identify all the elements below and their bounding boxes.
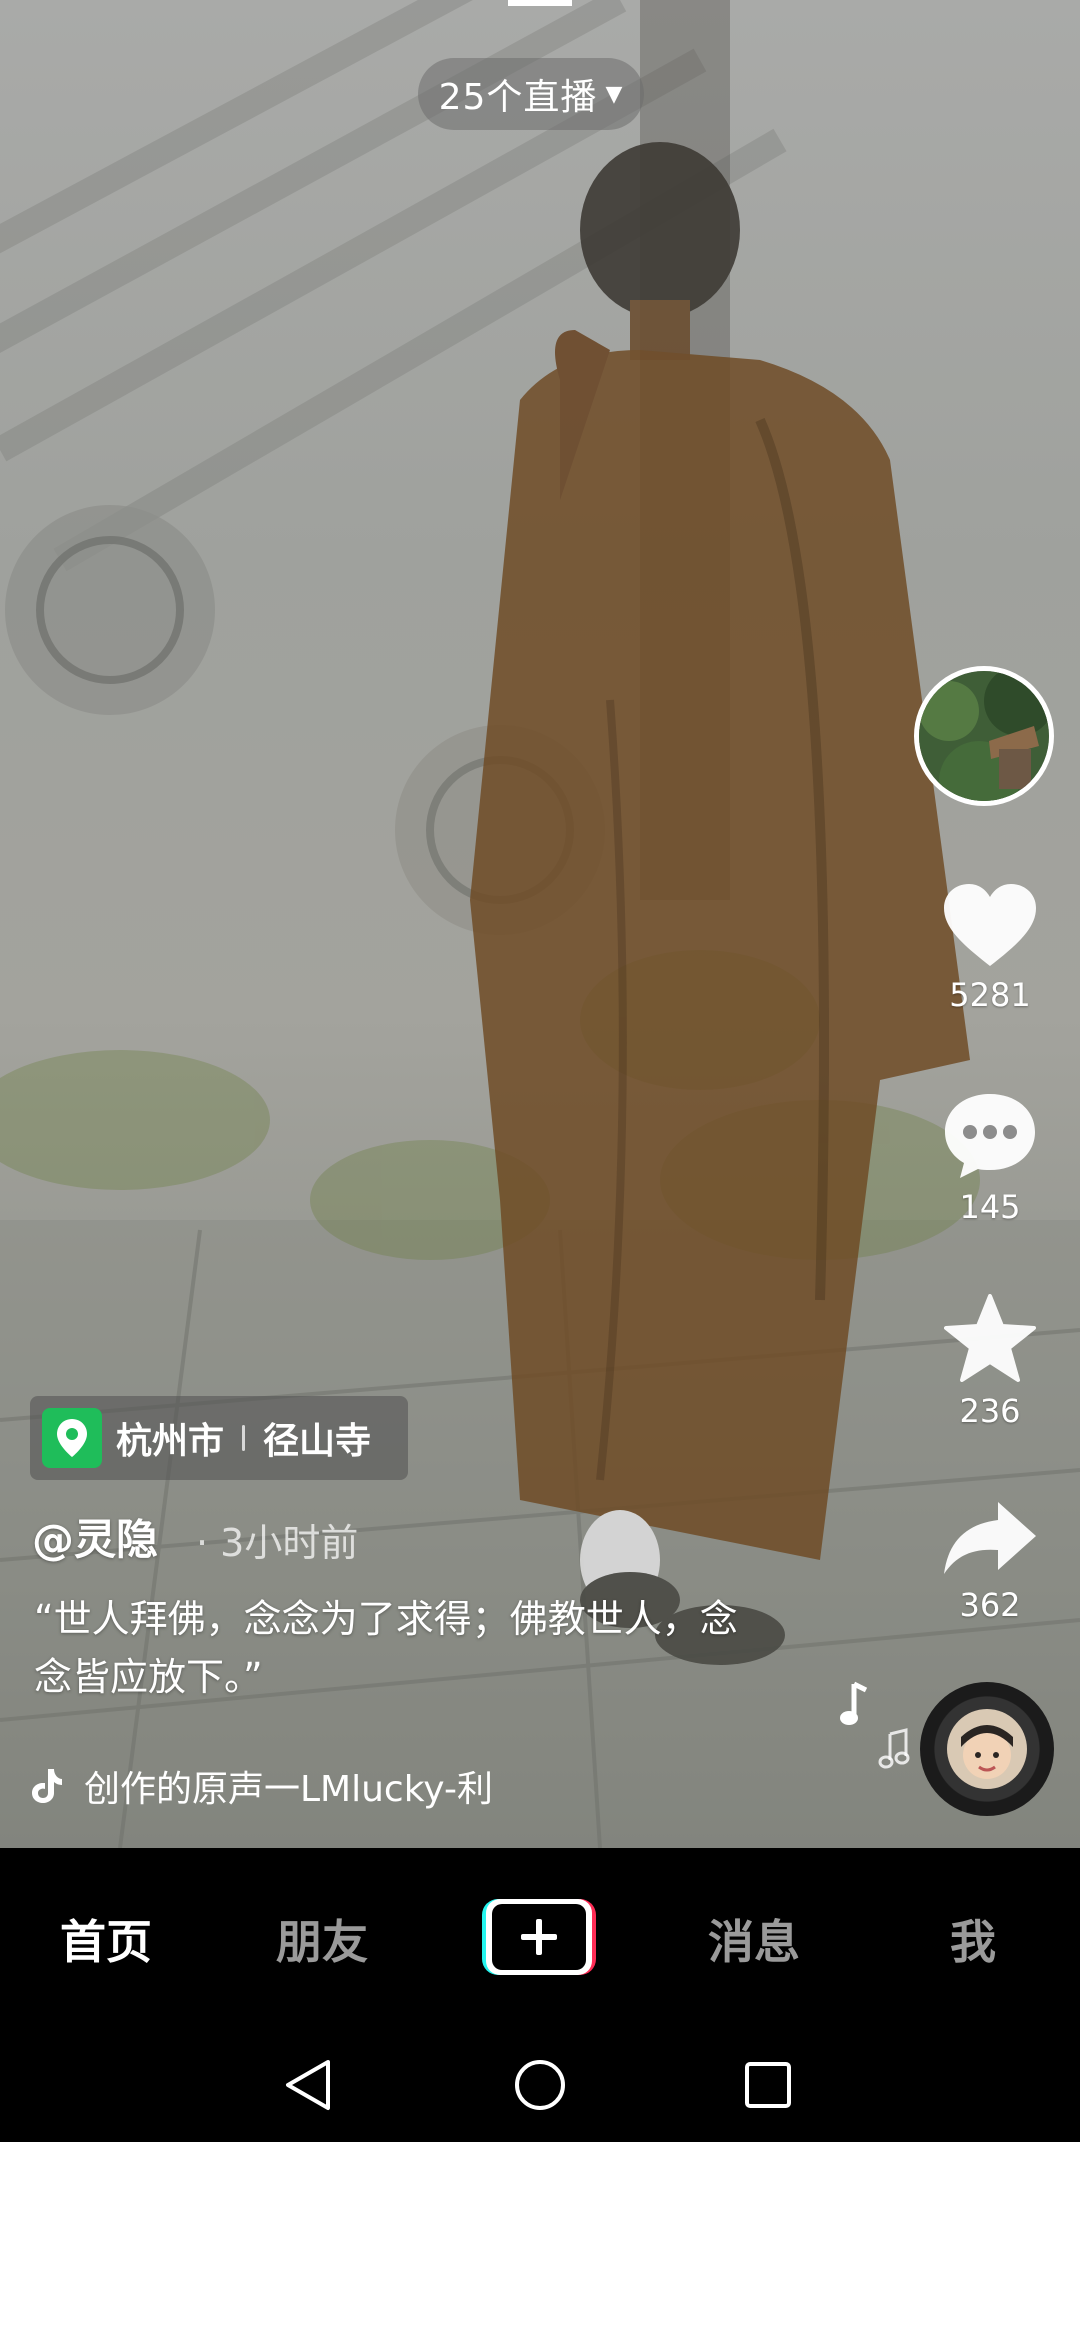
- top-tab-indicator: [508, 0, 572, 6]
- tiktok-note-icon: [32, 1769, 62, 1803]
- share-count: 362: [959, 1586, 1021, 1624]
- temple-avatar-image: [919, 671, 1049, 801]
- system-nav-bar: [0, 2026, 1080, 2142]
- location-divider: [242, 1425, 246, 1451]
- video-player[interactable]: 25个直播 ▼ 5281 145 236 362 杭州市 径山寺 @灵隐 · 3…: [0, 0, 1080, 1848]
- comment-bubble-icon: [945, 1094, 1035, 1178]
- favorite-count: 236: [959, 1392, 1021, 1430]
- post-caption[interactable]: “世人拜佛，念念为了求得；佛教世人，念念皆应放下。”: [34, 1590, 754, 1706]
- bottom-tab-bar: 首页 朋友 消息 我: [0, 1848, 1080, 2026]
- location-pin-icon: [42, 1408, 102, 1468]
- share-button[interactable]: 362: [910, 1498, 1070, 1624]
- comment-button[interactable]: 145: [910, 1090, 1070, 1226]
- music-title: 创作的原声一LMlucky-利: [84, 1769, 493, 1810]
- live-count-button[interactable]: 25个直播 ▼: [418, 58, 644, 130]
- live-count-label: 25个直播: [438, 77, 598, 118]
- heart-icon: [944, 884, 1036, 966]
- comment-count: 145: [959, 1188, 1021, 1226]
- like-button[interactable]: 5281: [910, 882, 1070, 1014]
- location-place: 径山寺: [263, 1421, 372, 1462]
- plus-icon: [482, 1899, 596, 1975]
- create-post-button[interactable]: [480, 1897, 598, 1977]
- tab-me[interactable]: 我: [950, 1906, 996, 1972]
- tab-friends[interactable]: 朋友: [276, 1906, 368, 1972]
- music-notes-icon: [840, 1681, 910, 1769]
- music-info[interactable]: 创作的原声一LMlucky-利: [30, 1760, 590, 1812]
- star-icon: [944, 1294, 1036, 1382]
- favorite-button[interactable]: 236: [910, 1292, 1070, 1430]
- location-tag[interactable]: 杭州市 径山寺: [30, 1396, 408, 1480]
- dropdown-caret-icon: ▼: [605, 81, 624, 107]
- post-time: · 3小时前: [196, 1521, 359, 1565]
- music-disc-avatar: [947, 1709, 1027, 1789]
- share-arrow-icon: [944, 1502, 1036, 1574]
- tab-messages[interactable]: 消息: [708, 1906, 800, 1972]
- author-avatar[interactable]: [914, 666, 1054, 806]
- author-name[interactable]: @灵隐: [32, 1506, 158, 1567]
- music-disc-button[interactable]: [920, 1682, 1054, 1816]
- home-circle-icon[interactable]: [514, 2059, 566, 2111]
- recents-square-icon[interactable]: [744, 2061, 792, 2109]
- like-count: 5281: [949, 976, 1031, 1014]
- back-icon[interactable]: [282, 2058, 334, 2112]
- tab-home[interactable]: 首页: [60, 1906, 152, 1972]
- location-city: 杭州市: [116, 1421, 225, 1462]
